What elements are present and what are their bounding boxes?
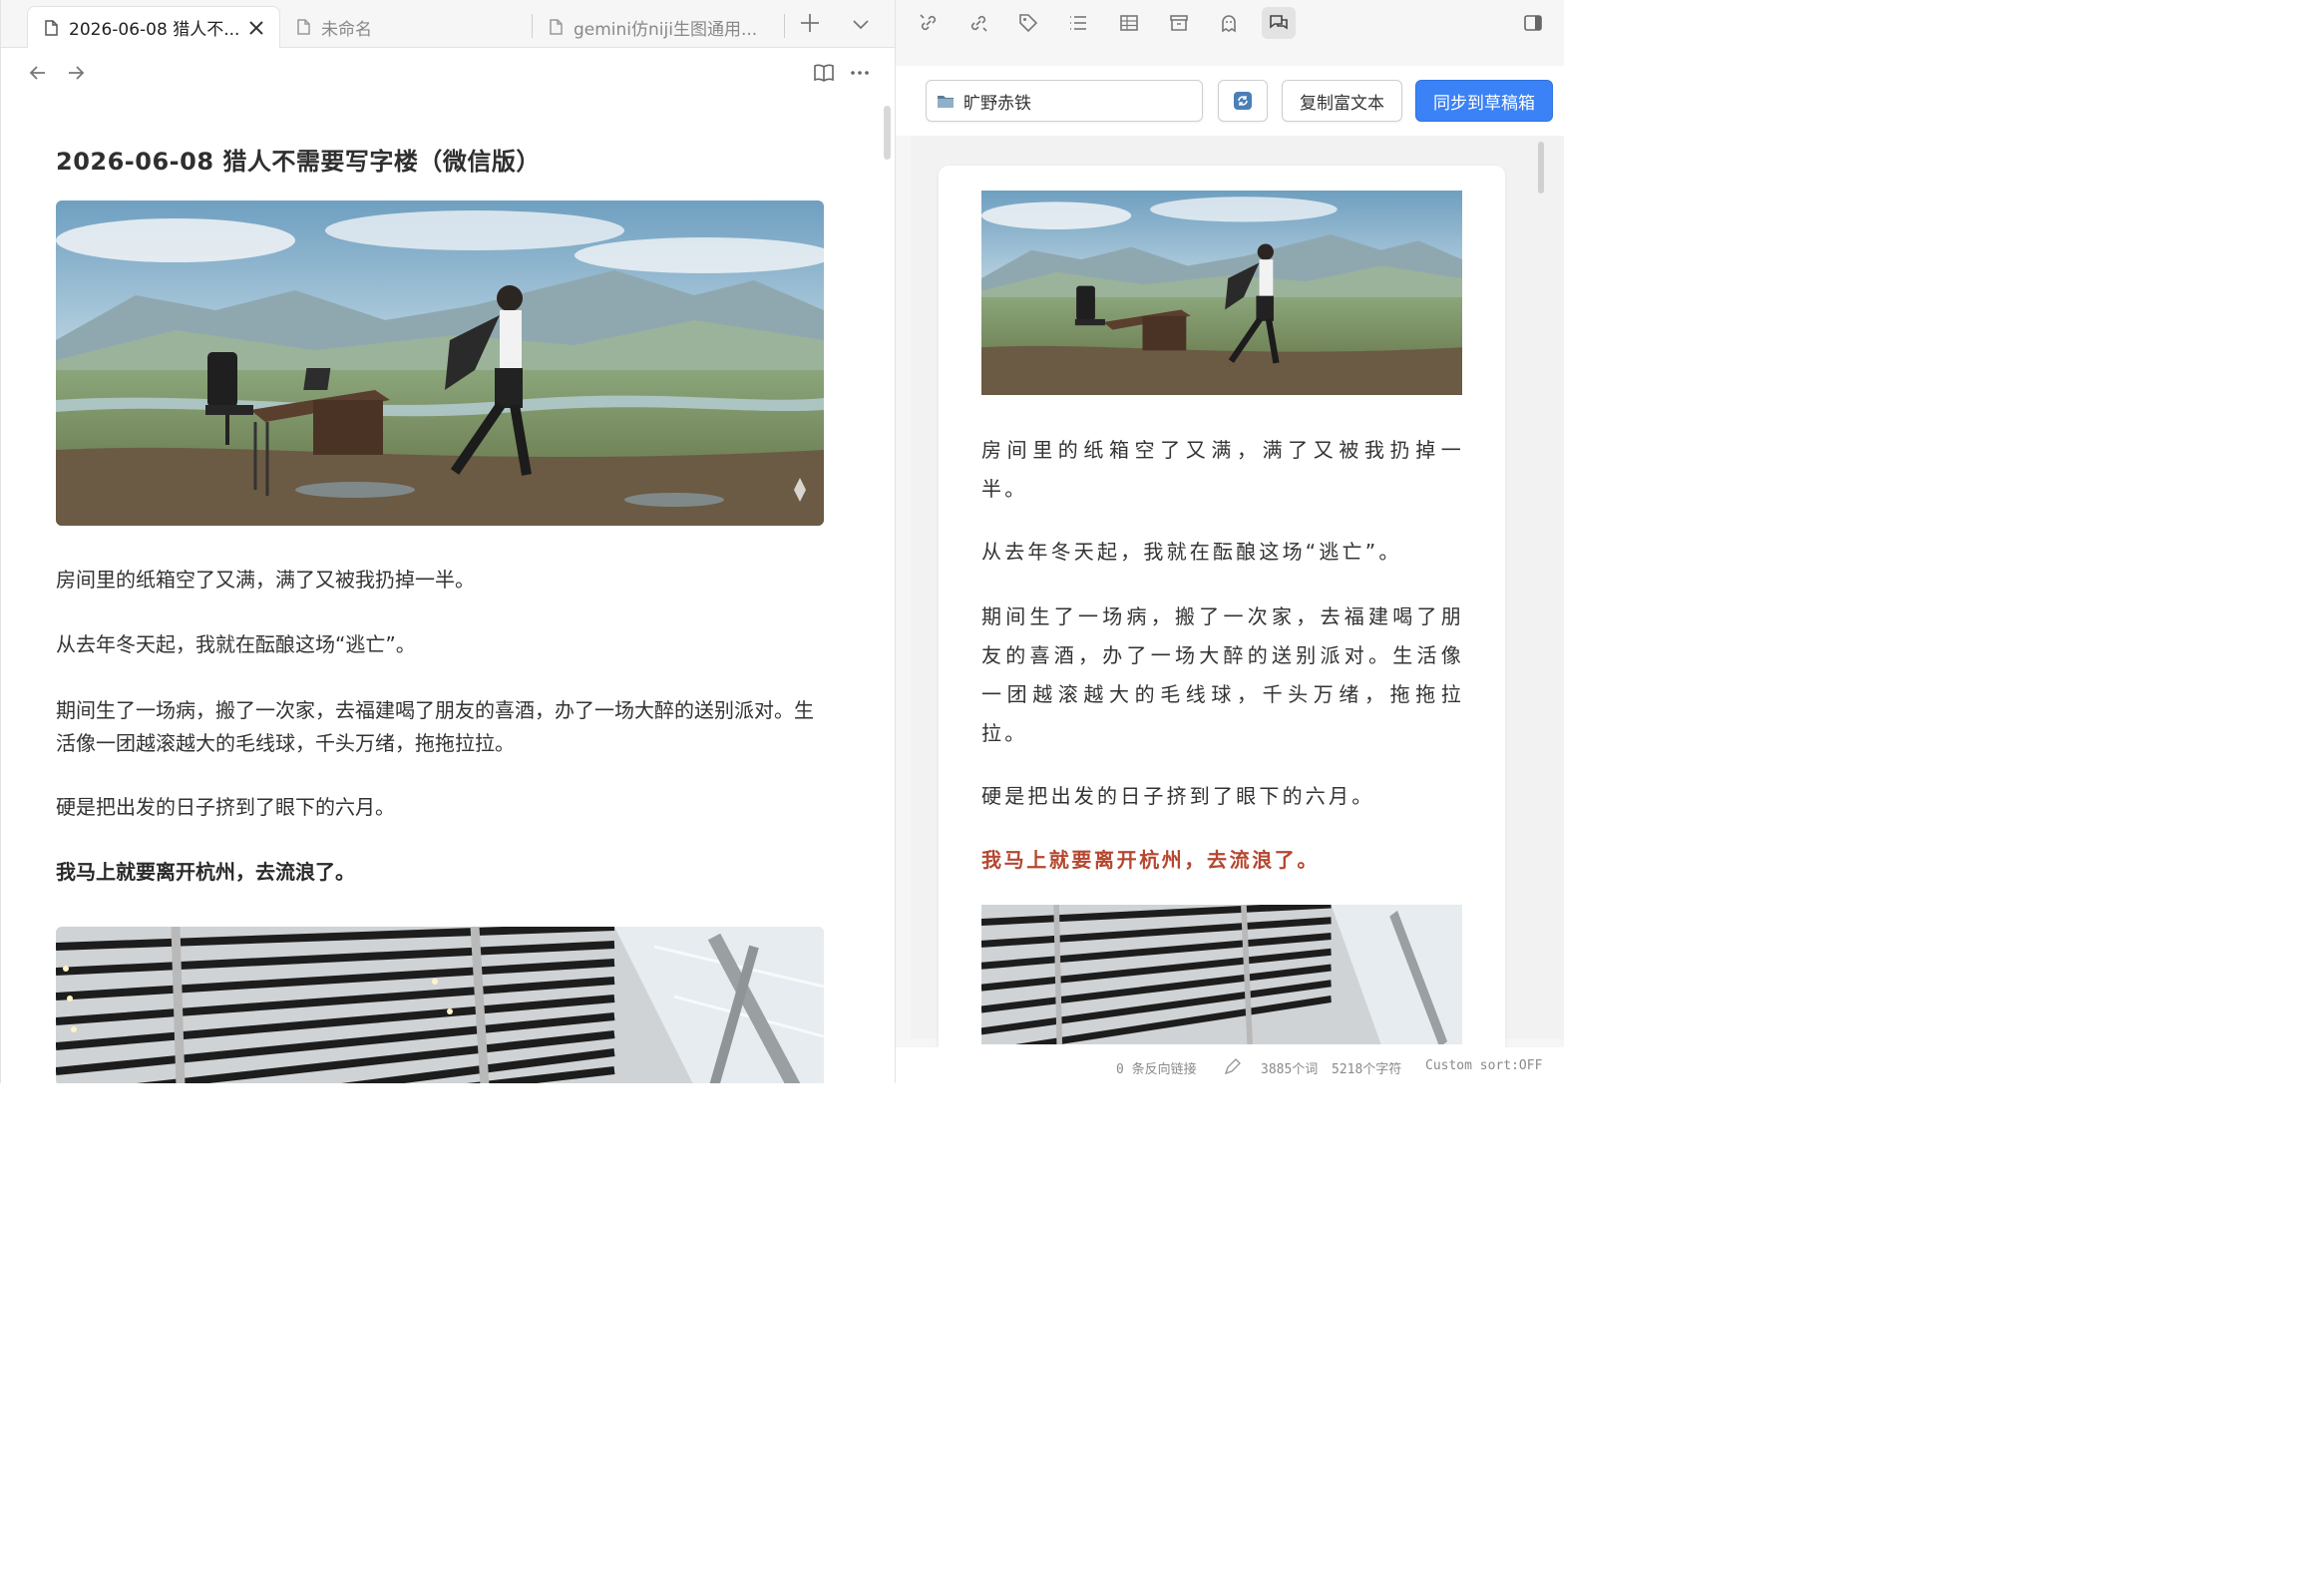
tab-label: 2026-06-08 猎人不... (69, 20, 240, 40)
link-out-icon[interactable] (961, 7, 995, 39)
word-count: 3885个词 (1261, 1062, 1319, 1077)
publish-controls: 旷野赤铁 复制富文本 同步到草稿箱 (896, 66, 1564, 136)
book-icon[interactable] (812, 61, 836, 85)
status-bar: 0 条反向链接 3885个词 5218个字符 Custom sort:OFF (896, 1047, 1564, 1083)
preview-scroll-area: 房间里的纸箱空了又满，满了又被我扔掉一半。 从去年冬天起，我就在酝酿这场“逃亡”… (911, 136, 1564, 1063)
close-icon[interactable] (247, 19, 265, 37)
chat-icon[interactable] (1262, 7, 1296, 39)
file-icon (45, 19, 58, 36)
preview-paragraph: 从去年冬天起，我就在酝酿这场“逃亡”。 (981, 540, 1402, 564)
folder-icon (938, 96, 954, 108)
preview-paragraph: 期间生了一场病，搬了一次家，去福建喝了朋友的喜酒，办了一场大醉的送别派对。生活像… (981, 604, 1464, 745)
tab-bar: 2026-06-08 猎人不... 未命名 gemini仿niji生图通用... (1, 0, 895, 48)
preview-image-landscape (981, 191, 1462, 395)
char-count: 5218个字符 (1332, 1062, 1402, 1077)
tag-icon[interactable] (1011, 7, 1045, 39)
note-paragraph: 房间里的纸箱空了又满，满了又被我扔掉一半。 (56, 568, 475, 592)
sync-to-drafts-button[interactable]: 同步到草稿箱 (1415, 80, 1553, 122)
tab-active-note[interactable]: 2026-06-08 猎人不... (27, 6, 280, 48)
tab-label: gemini仿niji生图通用... (574, 19, 758, 40)
plus-icon[interactable] (797, 10, 823, 36)
note-paragraph-bold: 我马上就要离开杭州，去流浪了。 (56, 860, 355, 884)
tab-label: 未命名 (321, 19, 372, 40)
right-toolbar (896, 0, 1564, 46)
folder-name: 旷野赤铁 (963, 93, 1031, 114)
file-icon (550, 19, 563, 35)
table-icon[interactable] (1112, 7, 1146, 39)
custom-sort-status[interactable]: Custom sort:OFF (1425, 1058, 1542, 1073)
note-paragraph: 从去年冬天起，我就在酝酿这场“逃亡”。 (56, 632, 416, 656)
note-image-landscape (56, 200, 824, 526)
folder-select[interactable]: 旷野赤铁 (926, 80, 1203, 122)
copy-rich-text-button[interactable]: 复制富文本 (1282, 80, 1402, 122)
preview-paragraph-highlight: 我马上就要离开杭州，去流浪了。 (981, 848, 1320, 872)
scrollbar[interactable] (884, 106, 891, 160)
scrollbar[interactable] (1538, 142, 1544, 194)
editor-pane: 2026-06-08 猎人不... 未命名 gemini仿niji生图通用...… (0, 0, 895, 1083)
note-paragraph: 硬是把出发的日子挤到了眼下的六月。 (56, 795, 395, 819)
backlinks-count[interactable]: 0 条反向链接 (1116, 1058, 1197, 1077)
refresh-icon (1234, 92, 1252, 110)
preview-paragraph: 硬是把出发的日子挤到了眼下的六月。 (981, 784, 1375, 808)
chevron-down-icon[interactable] (849, 12, 873, 36)
archive-icon[interactable] (1162, 7, 1196, 39)
link-in-icon[interactable] (912, 7, 946, 39)
note-nav-bar (1, 48, 895, 100)
arrow-left-icon[interactable] (27, 62, 49, 84)
note-paragraph: 期间生了一场病，搬了一次家，去福建喝了朋友的喜酒，办了一场大醉的送别派对。生活像… (56, 698, 814, 755)
more-icon[interactable] (849, 62, 871, 84)
sidebar-icon[interactable] (1516, 7, 1550, 39)
tab-untitled[interactable]: 未命名 (280, 6, 520, 48)
note-image-ceiling (56, 927, 824, 1083)
tab-gemini-note[interactable]: gemini仿niji生图通用... (533, 6, 782, 48)
note-title: 2026-06-08 猎人不需要写字楼（微信版） (56, 148, 541, 176)
refresh-button[interactable] (1218, 80, 1268, 122)
ghost-icon[interactable] (1212, 7, 1246, 39)
tab-separator (784, 14, 785, 38)
preview-paragraph: 房间里的纸箱空了又满，满了又被我扔掉一半。 (981, 438, 1464, 501)
wechat-preview-pane: 旷野赤铁 复制富文本 同步到草稿箱 房间里的纸箱空了又满，满了又被我扔掉一半。 … (895, 0, 1564, 1083)
preview-image-ceiling (981, 905, 1462, 1044)
arrow-right-icon[interactable] (65, 62, 87, 84)
pencil-icon[interactable] (1223, 1056, 1243, 1076)
file-icon (297, 19, 310, 35)
list-icon[interactable] (1061, 7, 1095, 39)
